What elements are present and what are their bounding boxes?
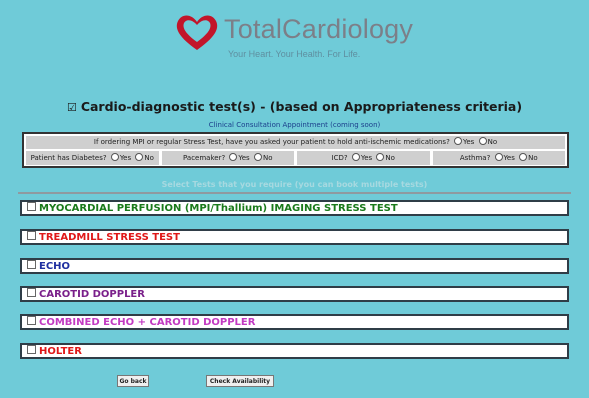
brand-tagline: Your Heart. Your Health. For Life. <box>228 49 361 59</box>
icd-no-radio[interactable] <box>376 153 385 161</box>
test-option-carotid-doppler[interactable]: CAROTID DOPPLER <box>20 286 569 302</box>
diabetes-no-radio[interactable] <box>135 153 144 161</box>
asthma-no-radio[interactable] <box>519 153 528 161</box>
brand-logo: TotalCardiology Your Heart. Your Health.… <box>172 12 432 72</box>
anti-ischemic-yes-label: Yes <box>463 138 475 146</box>
test-option-treadmill[interactable]: TREADMILL STRESS TEST <box>20 229 569 245</box>
diabetes-yes-label: Yes <box>119 154 132 162</box>
diabetes-label: Patient has Diabetes? <box>30 154 107 162</box>
anti-ischemic-no-label: No <box>487 138 498 146</box>
test-checkbox[interactable] <box>27 231 36 240</box>
diabetes-question: Patient has Diabetes? Yes No <box>26 151 159 165</box>
heart-logo-icon <box>176 15 218 50</box>
test-option-holter[interactable]: HOLTER <box>20 343 569 359</box>
anti-ischemic-yes-radio[interactable] <box>454 137 463 145</box>
icd-no-label: No <box>385 154 395 162</box>
pacemaker-question: Pacemaker? Yes No <box>161 151 294 165</box>
pacemaker-no-radio[interactable] <box>253 153 262 161</box>
test-label: COMBINED ECHO + CAROTID DOPPLER <box>39 317 256 328</box>
icd-yes-radio[interactable] <box>351 153 360 161</box>
section-title: ☑ Cardio-diagnostic test(s) - (based on A… <box>0 99 589 114</box>
test-option-echo[interactable]: ECHO <box>20 258 569 274</box>
test-checkbox[interactable] <box>27 345 36 354</box>
screening-questions: If ordering MPI or regular Stress Test, … <box>22 132 569 168</box>
test-label: MYOCARDIAL PERFUSION (MPI/Thallium) IMAG… <box>39 203 398 214</box>
anti-ischemic-text: If ordering MPI or regular Stress Test, … <box>93 138 450 146</box>
test-option-mpi[interactable]: MYOCARDIAL PERFUSION (MPI/Thallium) IMAG… <box>20 200 569 216</box>
go-back-button[interactable]: Go back <box>117 375 149 387</box>
asthma-yes-radio[interactable] <box>494 153 503 161</box>
condition-questions: Patient has Diabetes? Yes No Pacemaker? … <box>26 151 565 165</box>
pacemaker-no-label: No <box>262 154 273 162</box>
check-availability-button[interactable]: Check Availability <box>206 375 274 387</box>
test-label: CAROTID DOPPLER <box>39 289 145 300</box>
test-checkbox[interactable] <box>27 288 36 297</box>
section-checkbox[interactable]: ☑ <box>67 101 77 114</box>
test-option-combined[interactable]: COMBINED ECHO + CAROTID DOPPLER <box>20 314 569 330</box>
test-checkbox[interactable] <box>27 316 36 325</box>
icd-label: ICD? <box>331 154 348 162</box>
divider <box>18 192 571 194</box>
test-label: TREADMILL STRESS TEST <box>39 232 180 243</box>
asthma-no-label: No <box>528 154 538 162</box>
test-label: ECHO <box>39 261 71 272</box>
anti-ischemic-question: If ordering MPI or regular Stress Test, … <box>26 136 565 149</box>
asthma-label: Asthma? <box>459 154 491 162</box>
section-title-text: Cardio-diagnostic test(s) - (based on Ap… <box>80 99 523 114</box>
pacemaker-yes-label: Yes <box>238 154 250 162</box>
asthma-yes-label: Yes <box>503 154 515 162</box>
test-label: HOLTER <box>39 346 82 357</box>
brand-name: TotalCardiology <box>224 14 414 44</box>
diabetes-no-label: No <box>144 154 154 162</box>
pacemaker-yes-radio[interactable] <box>229 153 238 161</box>
diabetes-yes-radio[interactable] <box>110 153 119 161</box>
anti-ischemic-no-radio[interactable] <box>478 137 487 145</box>
icd-question: ICD? Yes No <box>297 151 430 165</box>
asthma-question: Asthma? Yes No <box>432 151 565 165</box>
test-checkbox[interactable] <box>27 202 36 211</box>
test-checkbox[interactable] <box>27 260 36 269</box>
consult-note: Clinical Consultation Appointment (comin… <box>208 121 381 129</box>
select-tests-hint: Select Tests that you require (you can b… <box>161 180 428 189</box>
icd-yes-label: Yes <box>360 154 373 162</box>
pacemaker-label: Pacemaker? <box>183 154 226 162</box>
